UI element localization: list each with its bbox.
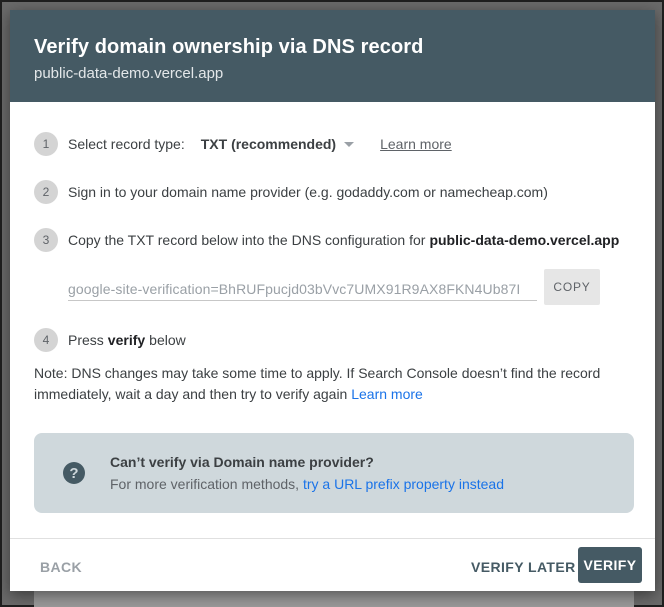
help-desc-text: For more verification methods,	[110, 476, 300, 492]
url-prefix-link[interactable]: try a URL prefix property instead	[303, 476, 504, 492]
step-label: Select record type:	[68, 136, 185, 152]
help-title: Can’t verify via Domain name provider?	[110, 454, 374, 470]
record-type-value: TXT (recommended)	[200, 136, 337, 152]
txt-record-row: google-site-verification=BhRUFpucjd03bVv…	[68, 269, 600, 305]
step-4: 4 Press verify below	[34, 328, 186, 352]
copy-button[interactable]: COPY	[544, 269, 600, 305]
help-text: Can’t verify via Domain name provider? F…	[110, 454, 504, 492]
step-text-bold: verify	[107, 332, 146, 348]
learn-more-link[interactable]: Learn more	[380, 136, 452, 152]
question-icon: ?	[63, 462, 85, 484]
verify-later-button[interactable]: VERIFY LATER	[463, 550, 584, 584]
dialog-subtitle: public-data-demo.vercel.app	[34, 65, 224, 82]
dns-note: Note: DNS changes may take some time to …	[34, 363, 634, 405]
record-type-select[interactable]: TXT (recommended)	[200, 136, 355, 152]
step-text: Sign in to your domain name provider (e.…	[68, 184, 548, 200]
txt-record-field[interactable]: google-site-verification=BhRUFpucjd03bVv…	[68, 273, 537, 301]
step-domain: public-data-demo.vercel.app	[429, 232, 620, 248]
dialog-footer: BACK VERIFY LATER VERIFY	[10, 538, 655, 591]
step-text: Copy the TXT record below into the DNS c…	[68, 232, 426, 248]
step-text-after: below	[149, 332, 186, 348]
help-box: ? Can’t verify via Domain name provider?…	[34, 433, 634, 513]
step-2: 2 Sign in to your domain name provider (…	[34, 180, 548, 204]
help-description: For more verification methods, try a URL…	[110, 476, 504, 492]
note-learn-more-link[interactable]: Learn more	[351, 386, 423, 402]
step-1: 1 Select record type: TXT (recommended) …	[34, 132, 452, 156]
step-3: 3 Copy the TXT record below into the DNS…	[34, 228, 619, 252]
note-text: Note: DNS changes may take some time to …	[34, 365, 601, 402]
step-number: 1	[34, 132, 58, 156]
step-number: 2	[34, 180, 58, 204]
caret-down-icon	[344, 141, 355, 147]
step-number: 3	[34, 228, 58, 252]
verify-dns-dialog: Verify domain ownership via DNS record p…	[10, 10, 655, 591]
dialog-header: Verify domain ownership via DNS record p…	[10, 10, 655, 102]
step-number: 4	[34, 328, 58, 352]
verify-button[interactable]: VERIFY	[578, 547, 642, 583]
dialog-title: Verify domain ownership via DNS record	[34, 36, 424, 58]
back-button[interactable]: BACK	[30, 550, 92, 584]
step-text-before: Press	[68, 332, 104, 348]
